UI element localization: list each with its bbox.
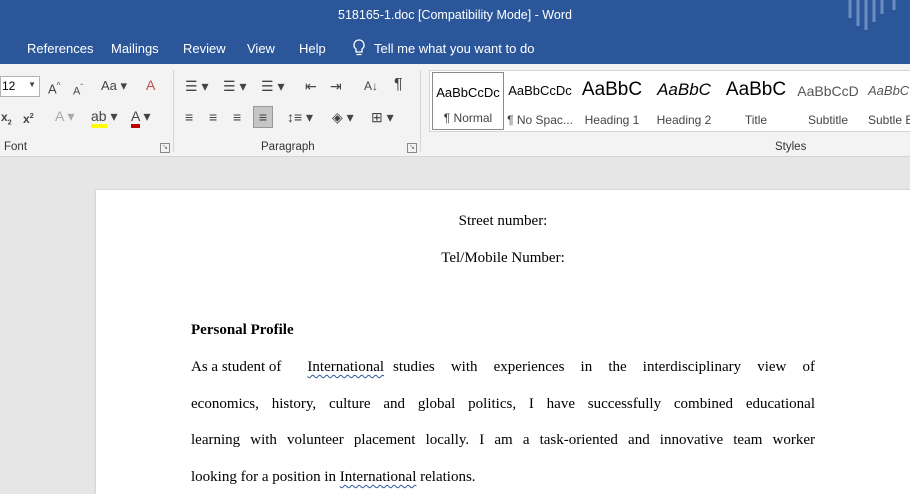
style-heading-2[interactable]: AaBbC Heading 2 — [648, 71, 720, 131]
increase-indent-icon[interactable]: ⇥ — [330, 78, 342, 94]
style-subtle-emphasis[interactable]: AaBbC Subtle E — [864, 71, 910, 131]
clear-formatting-icon[interactable]: A — [146, 77, 155, 93]
paragraph-line: As a student of International studies wi… — [191, 359, 815, 376]
text-span: studies with experiences in the interdis… — [393, 359, 815, 376]
style-subtitle[interactable]: AaBbCcD Subtitle — [792, 71, 864, 131]
street-number-line: Street number: — [458, 213, 548, 229]
style-name: Title — [744, 113, 768, 127]
style-preview: AaBbC — [868, 83, 910, 98]
superscript-icon[interactable]: x2 — [23, 109, 34, 127]
text-span: relations. — [420, 469, 476, 485]
styles-gallery: AaBbCcDc ¶ Normal AaBbCcDc ¶ No Spac... … — [429, 70, 910, 132]
style-preview: AaBbCcD — [797, 83, 859, 99]
change-case-icon[interactable]: Aa ▾ — [101, 78, 127, 94]
title-bar: 518165-1.doc [Compatibility Mode] - Word — [0, 0, 910, 33]
tell-me-text: Tell me what you want to do — [374, 40, 535, 56]
paragraph-dialog-launcher-icon[interactable]: ↘ — [407, 143, 417, 153]
divider — [173, 70, 174, 152]
align-center-icon[interactable]: ≡ — [209, 109, 217, 125]
style-name: ¶ Normal — [443, 111, 493, 125]
paragraph-line: looking for a position in International … — [191, 469, 815, 486]
style-normal[interactable]: AaBbCcDc ¶ Normal — [432, 72, 504, 130]
sort-icon[interactable]: A↓ — [364, 78, 378, 94]
paragraph-line: learning with volunteer placement locall… — [191, 432, 815, 448]
font-size-value: 12 — [2, 79, 16, 93]
style-preview: AaBbC — [725, 79, 787, 100]
style-preview: AaBbC — [657, 80, 711, 99]
document-page[interactable]: Street number: Tel/Mobile Number: Person… — [96, 190, 910, 494]
ribbon-tabs: References Mailings Review View Help Tel… — [0, 33, 910, 64]
window-title: 518165-1.doc [Compatibility Mode] - Word — [338, 8, 572, 22]
style-name: Heading 1 — [584, 113, 640, 127]
divider — [420, 70, 421, 152]
chevron-down-icon: ▼ — [28, 80, 36, 89]
justify-icon[interactable]: ≡ — [253, 106, 273, 128]
tab-view[interactable]: View — [247, 41, 275, 56]
tel-number-line: Tel/Mobile Number: — [441, 250, 565, 266]
spelling-flagged-word: International — [307, 359, 385, 375]
numbering-icon[interactable]: ☰ ▾ — [223, 78, 246, 94]
highlight-icon[interactable]: ab ▾ — [91, 108, 118, 128]
style-heading-1[interactable]: AaBbC Heading 1 — [576, 71, 648, 131]
line-spacing-icon[interactable]: ↕≡ ▾ — [287, 109, 313, 125]
align-right-icon[interactable]: ≡ — [233, 109, 241, 125]
align-left-icon[interactable]: ≡ — [185, 109, 193, 125]
ribbon: 12 ▼ A^ Aˇ Aa ▾ A x2 x2 A ▾ ab ▾ A ▾ Fon… — [0, 64, 910, 157]
grow-font-icon[interactable]: A^ — [48, 78, 60, 97]
section-heading: Personal Profile — [191, 322, 294, 338]
shrink-font-icon[interactable]: Aˇ — [73, 80, 83, 100]
group-label-font: Font — [4, 141, 28, 153]
style-no-spacing[interactable]: AaBbCcDc ¶ No Spac... — [504, 71, 576, 131]
shading-icon[interactable]: ◈ ▾ — [332, 109, 354, 125]
tab-mailings[interactable]: Mailings — [111, 41, 159, 56]
paragraph-line: economics, history, culture and global p… — [191, 396, 815, 412]
bullets-icon[interactable]: ☰ ▾ — [185, 78, 208, 94]
style-preview: AaBbCcDc — [436, 85, 500, 100]
tab-help[interactable]: Help — [299, 41, 326, 56]
borders-icon[interactable]: ⊞ ▾ — [371, 109, 394, 125]
style-preview: AaBbC — [581, 79, 643, 100]
style-name: Subtle E — [868, 113, 910, 127]
spelling-flagged-word: International — [339, 469, 417, 485]
tab-review[interactable]: Review — [183, 41, 226, 56]
subscript-icon[interactable]: x2 — [1, 109, 12, 131]
multilevel-list-icon[interactable]: ☰ ▾ — [261, 78, 284, 94]
style-name: Subtitle — [807, 113, 849, 127]
decrease-indent-icon[interactable]: ⇤ — [305, 78, 317, 94]
tell-me-box[interactable]: Tell me what you want to do — [352, 39, 534, 57]
text-span: As a student of — [191, 359, 282, 375]
group-label-paragraph: Paragraph — [261, 141, 315, 153]
font-size-box[interactable]: 12 ▼ — [0, 76, 40, 97]
font-dialog-launcher-icon[interactable]: ↘ — [160, 143, 170, 153]
text-span: studies with experiences in the interdis… — [393, 359, 815, 375]
text-effects-icon[interactable]: A ▾ — [55, 108, 74, 124]
style-title[interactable]: AaBbC Title — [720, 71, 792, 131]
title-decoration-icon — [848, 0, 896, 30]
group-label-styles: Styles — [775, 141, 807, 153]
font-color-icon[interactable]: A ▾ — [131, 108, 151, 128]
show-formatting-icon[interactable]: ¶ — [394, 77, 403, 93]
style-name: ¶ No Spac... — [507, 113, 573, 127]
text-span: looking for a position in — [191, 469, 336, 485]
lightbulb-icon — [353, 39, 365, 56]
tab-references[interactable]: References — [27, 41, 93, 56]
style-preview: AaBbCcDc — [508, 83, 572, 98]
style-name: Heading 2 — [656, 113, 712, 127]
